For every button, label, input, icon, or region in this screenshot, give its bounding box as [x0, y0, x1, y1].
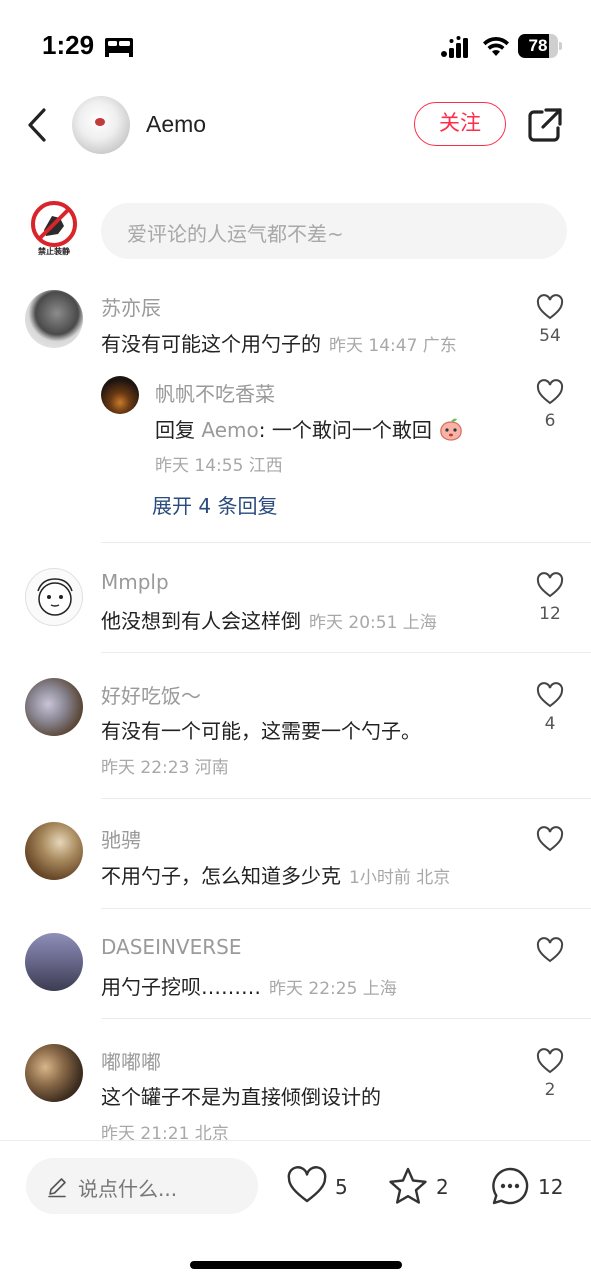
reply-text[interactable]: 回复 Aemo: 一个敢问一个敢回 — [155, 414, 464, 443]
commenter-name[interactable]: 驰骋 — [101, 824, 141, 853]
bottom-action-bar: 说点什么... 5 2 12 — [0, 1140, 591, 1280]
commenter-avatar[interactable] — [25, 1044, 83, 1102]
comment-like-button[interactable]: 4 — [530, 682, 570, 734]
comment-bubble-icon — [492, 1167, 529, 1205]
commenter-name[interactable]: 好好吃饭～ — [101, 680, 201, 709]
heart-icon — [536, 937, 564, 963]
comment-text[interactable]: 有没有一个可能，这需要一个勺子。 — [101, 715, 421, 744]
comment-meta: 昨天 14:47 广东 — [329, 336, 457, 356]
comment-like-button[interactable]: 54 — [530, 294, 570, 346]
like-count: 12 — [539, 604, 561, 624]
reply-avatar[interactable] — [101, 376, 139, 414]
comment-body: 不用勺子，怎么知道多少克 — [101, 864, 341, 888]
reply-prefix: 回复 — [155, 418, 195, 442]
reply-body: : 一个敢问一个敢回 — [258, 418, 432, 442]
commenter-avatar[interactable] — [25, 822, 83, 880]
heart-icon — [536, 826, 564, 852]
heart-icon — [536, 294, 564, 320]
comment-text[interactable]: 他没想到有人会这样倒 昨天 20:51 上海 — [101, 605, 437, 634]
heart-icon — [536, 572, 564, 598]
star-icon — [389, 1167, 427, 1204]
collect-action-button[interactable]: 2 — [387, 1165, 451, 1209]
comment-divider — [101, 652, 591, 653]
comment-text[interactable]: 用勺子挖呗……… 昨天 22:25 上海 — [101, 971, 397, 1000]
comment-divider — [101, 798, 591, 799]
reply-name[interactable]: 帆帆不吃香菜 — [155, 378, 275, 407]
comment-divider — [101, 542, 591, 543]
comment-input-placeholder: 爱评论的人运气都不差~ — [127, 222, 344, 246]
like-count: 54 — [539, 326, 561, 346]
comment-like-button[interactable] — [530, 826, 570, 852]
author-avatar[interactable] — [72, 96, 130, 154]
expand-replies-link[interactable]: 展开 4 条回复 — [152, 490, 277, 519]
star-count: 2 — [436, 1175, 449, 1199]
peach-emoji-icon — [440, 418, 462, 441]
comment-like-button[interactable]: 2 — [530, 1048, 570, 1100]
commenter-name[interactable]: Mmplp — [101, 570, 169, 594]
my-avatar-caption: 禁止装静 — [38, 247, 70, 256]
comment-divider — [101, 1018, 591, 1019]
heart-icon — [536, 1048, 564, 1074]
comment-like-button[interactable]: 12 — [530, 572, 570, 624]
comment-input[interactable]: 爱评论的人运气都不差~ — [101, 203, 567, 259]
commenter-avatar[interactable] — [25, 568, 83, 626]
comment-meta: 昨天 22:25 上海 — [269, 979, 397, 999]
bottom-comment-input[interactable]: 说点什么... — [26, 1158, 258, 1214]
back-arrow-icon[interactable] — [24, 104, 54, 146]
status-time: 1:29 — [42, 30, 95, 60]
author-name[interactable]: Aemo — [146, 111, 206, 138]
cellular-signal-icon — [441, 36, 468, 58]
follow-button[interactable]: 关注 — [414, 102, 506, 146]
comment-divider — [101, 908, 591, 909]
comment-text[interactable]: 这个罐子不是为直接倾倒设计的 — [101, 1081, 381, 1110]
comment-like-button[interactable] — [530, 937, 570, 963]
comment-body: 用勺子挖呗……… — [101, 975, 261, 999]
comment-text[interactable]: 不用勺子，怎么知道多少克 1小时前 北京 — [101, 860, 450, 889]
wifi-icon — [483, 36, 509, 56]
reply-like-button[interactable]: 6 — [530, 379, 570, 431]
commenter-avatar[interactable] — [25, 290, 83, 348]
commenter-name[interactable]: 苏亦辰 — [101, 292, 161, 321]
heart-icon — [536, 379, 564, 405]
commenter-avatar[interactable] — [25, 678, 83, 736]
reply-meta: 昨天 14:55 江西 — [155, 456, 283, 476]
bottom-input-placeholder: 说点什么... — [78, 1177, 178, 1201]
like-action-button[interactable]: 5 — [286, 1165, 350, 1209]
commenter-name[interactable]: DASEINVERSE — [101, 935, 241, 959]
sleep-focus-icon — [105, 38, 133, 57]
heart-icon — [287, 1166, 327, 1203]
comment-meta: 1小时前 北京 — [349, 868, 451, 888]
heart-icon — [536, 682, 564, 708]
home-indicator[interactable] — [190, 1261, 402, 1269]
like-count: 4 — [544, 714, 556, 734]
comment-count: 12 — [538, 1175, 564, 1199]
comment-meta: 昨天 20:51 上海 — [309, 613, 437, 633]
comment-meta: 昨天 22:23 河南 — [101, 758, 229, 778]
commenter-name[interactable]: 嘟嘟嘟 — [101, 1046, 161, 1075]
share-icon[interactable] — [526, 106, 564, 144]
battery-level-text: 78 — [528, 36, 548, 55]
battery-indicator: 78 — [518, 34, 562, 58]
pencil-icon — [48, 1178, 66, 1198]
comment-body: 有没有可能这个用勺子的 — [101, 332, 321, 356]
reply-target[interactable]: Aemo — [201, 418, 258, 442]
like-count: 5 — [335, 1175, 348, 1199]
comment-text[interactable]: 有没有可能这个用勺子的 昨天 14:47 广东 — [101, 328, 457, 357]
comment-body: 他没想到有人会这样倒 — [101, 609, 301, 633]
status-bar: 1:29 78 — [0, 0, 591, 92]
commenter-avatar[interactable] — [25, 933, 83, 991]
like-count: 2 — [544, 1080, 556, 1100]
comment-action-button[interactable]: 12 — [489, 1165, 565, 1209]
like-count: 6 — [544, 411, 556, 431]
